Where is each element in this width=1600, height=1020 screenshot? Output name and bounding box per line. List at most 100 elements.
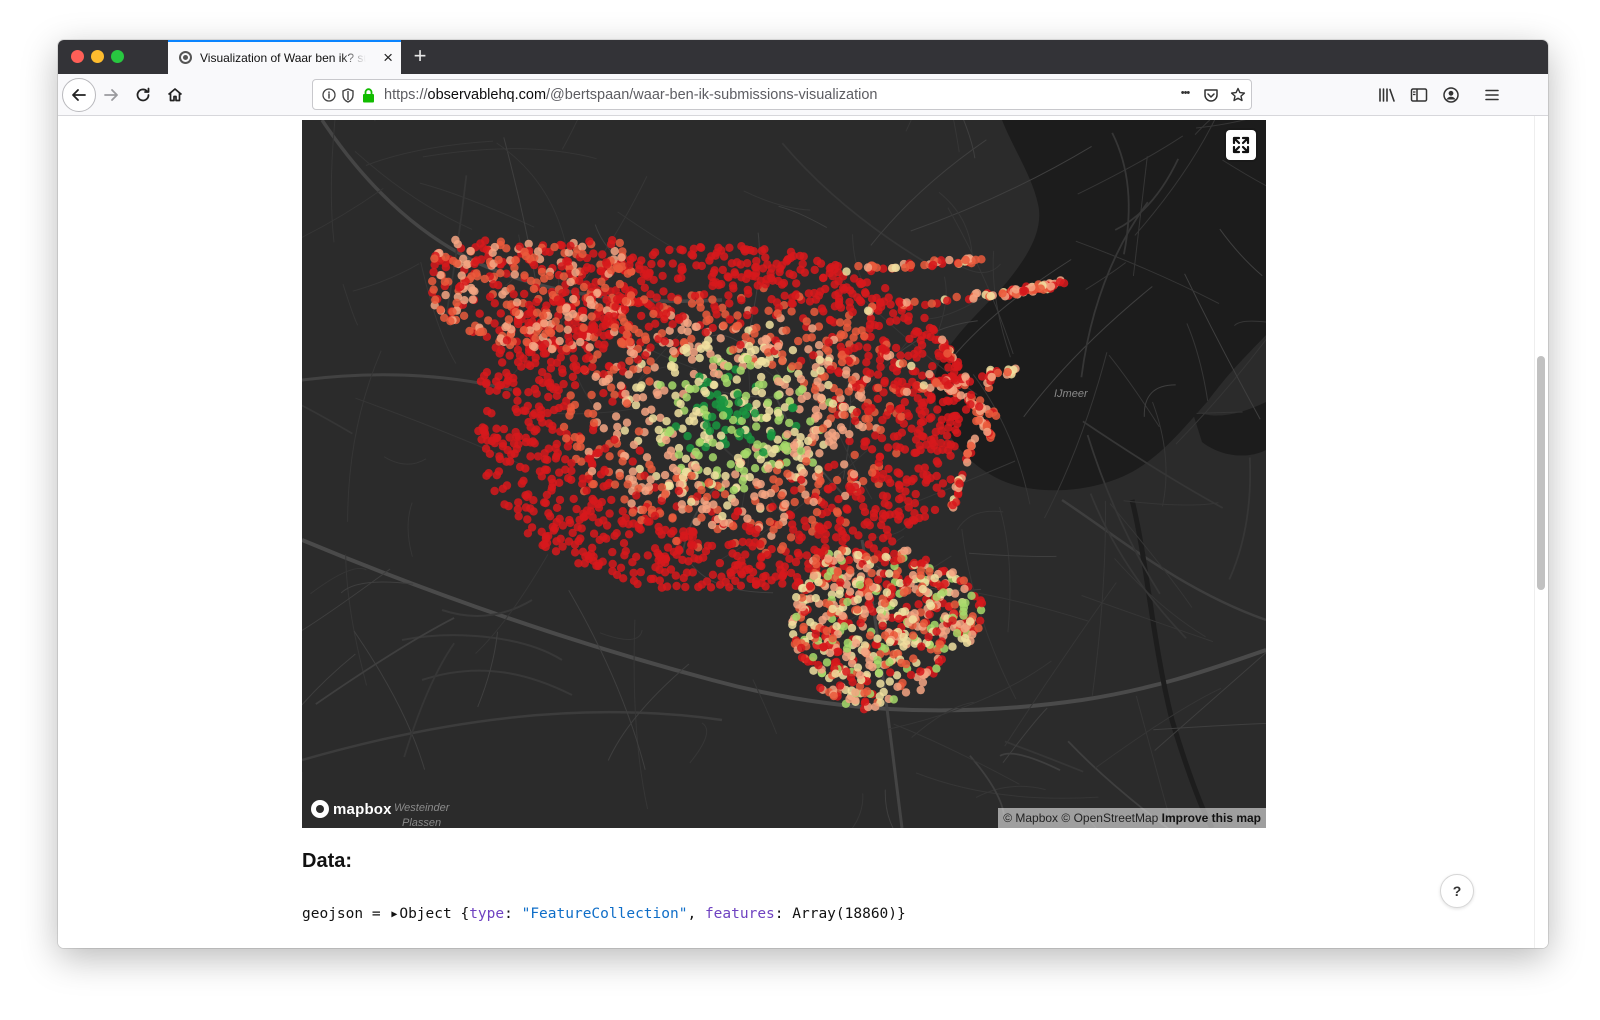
submission-point [675,546,684,555]
submission-point [729,345,738,354]
arrow-left-icon [72,89,86,101]
minimize-window-button[interactable] [91,50,104,63]
submission-point [559,402,568,411]
submission-point [655,576,664,585]
submission-point [672,536,681,546]
star-icon[interactable] [1230,87,1246,103]
submission-point [830,583,839,592]
submission-point [731,576,740,586]
home-button[interactable] [159,79,191,111]
submission-point [520,247,529,256]
submission-point [640,283,649,292]
new-tab-button[interactable]: + [408,44,432,68]
submission-point [765,320,774,329]
submission-point [743,259,752,268]
scrollbar-thumb[interactable] [1537,356,1545,590]
submission-point [646,475,655,484]
submission-point [611,412,621,421]
submission-point [902,387,912,397]
active-tab[interactable]: Visualization of Waar ben ik? submission… [168,40,401,74]
vertical-scrollbar[interactable] [1534,116,1548,948]
submission-point [650,248,660,257]
submission-point [741,332,750,342]
submission-point [503,376,512,385]
submission-point [676,245,685,254]
submission-point [436,305,445,314]
submission-point [716,334,725,343]
shield-icon[interactable] [340,87,356,103]
submission-point [877,434,887,443]
submission-point [729,486,738,495]
submission-point [697,513,706,522]
submission-point [916,418,926,427]
submission-point [621,389,630,399]
pocket-icon[interactable] [1203,87,1219,103]
attribution-mapbox-link[interactable]: © Mapbox [1003,811,1058,825]
submission-point [702,577,712,586]
submission-point [948,616,957,625]
submission-point [730,498,740,507]
forward-button[interactable] [95,79,127,111]
submission-point [813,377,822,386]
menu-button[interactable] [1477,79,1507,111]
submission-point [815,355,824,364]
url-text[interactable]: https://observablehq.com/@bertspaan/waar… [384,87,877,103]
submission-point [823,484,832,493]
address-bar[interactable]: https://observablehq.com/@bertspaan/waar… [312,79,1252,110]
tab-close-icon[interactable]: × [383,49,393,66]
mapbox-logo[interactable]: mapbox [311,800,392,818]
more-actions-icon[interactable]: ••• [1175,85,1195,101]
submission-point [441,290,450,300]
submission-point [828,428,837,437]
reload-button[interactable] [127,79,159,111]
back-button[interactable] [62,78,96,112]
submission-point [707,272,716,282]
help-button[interactable]: ? [1440,874,1474,908]
submission-point [496,309,505,318]
submission-point [702,492,712,502]
submission-point [736,459,745,469]
submission-point [622,399,632,408]
improve-map-link[interactable]: Improve this map [1162,811,1261,825]
submission-point [628,253,638,262]
submission-point [594,518,603,527]
submission-point [854,342,863,351]
submission-point [618,519,628,528]
fullscreen-button[interactable] [1226,130,1256,160]
submission-point [761,358,770,368]
attribution-osm-link[interactable]: © OpenStreetMap [1061,811,1158,825]
close-window-button[interactable] [71,50,84,63]
submission-point [572,504,581,514]
map-canvas[interactable] [302,120,1266,828]
submission-point [788,403,797,413]
info-icon[interactable] [321,87,337,103]
geojson-cell-output[interactable]: geojson = ▶ Object {type: "FeatureCollect… [302,906,906,922]
submission-point [741,550,750,559]
sidebar-button[interactable] [1404,79,1434,111]
submission-point [727,259,736,268]
submission-point [619,539,629,548]
submission-point [526,276,536,286]
submission-point [823,572,832,581]
submission-point [669,346,678,356]
submission-point [916,667,925,676]
submission-point [528,411,538,420]
zoom-window-button[interactable] [111,50,124,63]
submission-point [757,552,766,561]
map-view[interactable]: IJmeer Westeinder Plassen mapbox © Mapbo… [302,120,1266,828]
library-button[interactable] [1372,79,1402,111]
submission-point [903,518,912,527]
account-button[interactable] [1436,79,1466,111]
submission-point [457,271,466,280]
submission-point [816,683,825,693]
expand-triangle-icon[interactable]: ▶ [391,909,397,920]
code-object-word[interactable]: Object [399,906,451,922]
submission-point [946,475,955,484]
submission-point [615,264,624,274]
submission-point [674,450,684,459]
submission-point [802,333,811,343]
submission-point [897,412,906,421]
submission-point [494,381,503,390]
submission-point [805,581,815,591]
submission-point [431,295,440,304]
